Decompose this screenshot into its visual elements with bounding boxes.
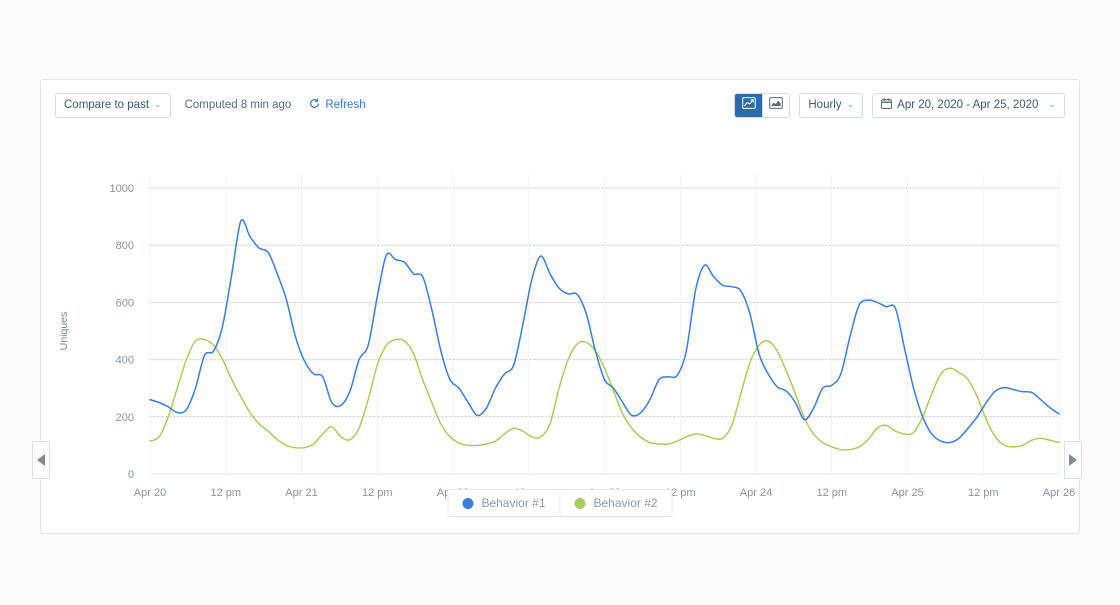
- legend-item[interactable]: Behavior #2: [559, 490, 672, 516]
- date-range-label: Apr 20, 2020 - Apr 25, 2020: [897, 99, 1039, 111]
- y-axis-tick-label: 800: [116, 240, 134, 252]
- y-axis-tick-label: 600: [116, 297, 134, 309]
- chart-type-toggle-group: [734, 92, 791, 118]
- x-axis-tick-label: Apr 20: [134, 487, 166, 499]
- y-axis-tick-label: 200: [116, 412, 134, 424]
- x-axis-tick-label: Apr 26: [1043, 487, 1075, 499]
- legend-item-label: Behavior #2: [593, 496, 658, 510]
- granularity-label: Hourly: [808, 99, 842, 111]
- y-axis-tick-label: 400: [116, 355, 134, 367]
- timeseries-chart[interactable]: 0 200 400 600 800 1000 Uniques Apr 20 12 pm Apr 2…: [41, 130, 1079, 535]
- computed-timestamp: Computed 8 min ago: [184, 99, 292, 111]
- legend-dot-icon: [574, 497, 586, 509]
- chart-legend: Behavior #1 Behavior #2: [447, 489, 673, 517]
- x-axis-tick-label: Apr 21: [285, 487, 317, 499]
- area-chart-icon: [769, 96, 784, 114]
- toolbar-right-group: Hourly ⌄ Apr 20, 2020 - Apr 25, 2020 ⌄: [734, 92, 1065, 118]
- chart-next-button[interactable]: [1064, 441, 1082, 479]
- y-axis-title: Uniques: [58, 312, 70, 351]
- refresh-button[interactable]: Refresh: [309, 98, 366, 112]
- refresh-icon: [309, 98, 320, 112]
- chevron-down-icon: ⌄: [1048, 98, 1056, 109]
- chevron-left-icon: [37, 454, 45, 466]
- x-axis-tick-label: 12 pm: [362, 487, 393, 499]
- line-chart-icon: [742, 96, 756, 114]
- chart-type-line-button[interactable]: [735, 93, 763, 117]
- x-axis-tick-label: 12 pm: [968, 487, 999, 499]
- x-axis-tick-label: 12 pm: [210, 487, 241, 499]
- chart-plot-area: 0 200 400 600 800 1000 Uniques Apr 20 12 pm Apr 2…: [41, 130, 1079, 535]
- calendar-icon: [881, 98, 892, 112]
- legend-item-label: Behavior #1: [481, 496, 546, 510]
- granularity-select[interactable]: Hourly ⌄: [799, 92, 864, 118]
- x-axis-tick-label: Apr 25: [891, 487, 923, 499]
- date-range-picker[interactable]: Apr 20, 2020 - Apr 25, 2020 ⌄: [872, 92, 1065, 118]
- page-root: Compare to past ⌄ Computed 8 min ago Ref…: [0, 0, 1120, 605]
- chart-prev-button[interactable]: [32, 441, 50, 479]
- toolbar-left-group: Compare to past ⌄ Computed 8 min ago Ref…: [55, 92, 366, 118]
- y-axis-tick-label: 1000: [110, 183, 134, 195]
- y-axis-tick-label: 0: [128, 469, 134, 481]
- chart-type-area-button[interactable]: [762, 93, 790, 117]
- chevron-down-icon: ⌄: [154, 98, 162, 109]
- refresh-label: Refresh: [325, 99, 366, 111]
- legend-dot-icon: [462, 497, 474, 509]
- x-axis-tick-label: 12 pm: [816, 487, 847, 499]
- legend-item[interactable]: Behavior #1: [448, 490, 559, 516]
- compare-to-past-label: Compare to past: [64, 99, 150, 111]
- chart-toolbar: Compare to past ⌄ Computed 8 min ago Ref…: [41, 80, 1079, 130]
- chevron-down-icon: ⌄: [846, 98, 855, 109]
- analytics-chart-card: Compare to past ⌄ Computed 8 min ago Ref…: [40, 79, 1080, 534]
- x-axis-tick-label: Apr 24: [740, 487, 772, 499]
- chevron-right-icon: [1069, 454, 1077, 466]
- compare-to-past-button[interactable]: Compare to past ⌄: [55, 92, 171, 118]
